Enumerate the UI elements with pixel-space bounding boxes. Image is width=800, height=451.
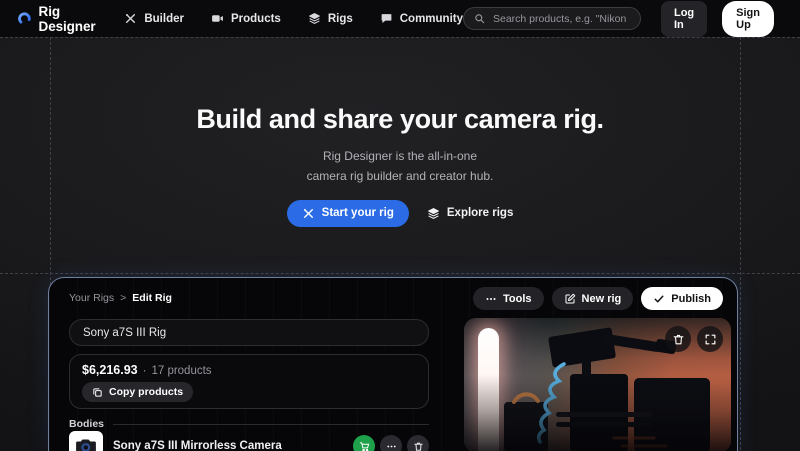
cart-icon	[359, 441, 370, 451]
explore-rigs-label: Explore rigs	[447, 207, 513, 219]
guide-line-top	[0, 37, 800, 38]
hero-title: Build and share your camera rig.	[0, 104, 800, 135]
page: Rig Designer Builder Products Rigs	[0, 0, 800, 450]
breadcrumb-current: Edit Rig	[132, 292, 172, 304]
preview-delete-button[interactable]	[665, 326, 691, 352]
breadcrumb: Your Rigs > Edit Rig	[69, 292, 172, 304]
expand-icon	[704, 333, 717, 346]
nav-item-label: Rigs	[328, 13, 353, 25]
brand-name: Rig Designer	[39, 4, 101, 34]
start-your-rig-button[interactable]: Start your rig	[287, 200, 409, 227]
ellipsis-icon	[485, 293, 497, 305]
rig-total-price: $6,216.93	[82, 363, 138, 377]
ellipsis-icon	[386, 441, 397, 451]
guide-line-middle	[0, 273, 800, 274]
product-list-item[interactable]: Sony a7S III Mirrorless Camera	[69, 431, 429, 451]
hero-subtitle-line1: Rig Designer is the all-in-one	[323, 149, 477, 163]
copy-products-button[interactable]: Copy products	[82, 382, 193, 402]
editor-toolbar: Tools New rig Publish	[473, 287, 723, 310]
log-in-button[interactable]: Log In	[661, 1, 707, 37]
brand-logo[interactable]: Rig Designer	[18, 4, 100, 34]
logo-arc-icon	[18, 10, 32, 28]
crossed-tools-icon	[302, 207, 315, 220]
hero-subtitle-line2: camera rig builder and creator hub.	[307, 169, 494, 183]
search-input[interactable]	[491, 12, 630, 26]
trash-icon	[413, 441, 424, 451]
nav-item-label: Community	[400, 13, 463, 25]
auth-buttons: Log In Sign Up	[661, 1, 774, 37]
tools-button[interactable]: Tools	[473, 287, 544, 310]
nav-item-products[interactable]: Products	[211, 12, 281, 25]
price-separator: ·	[143, 365, 147, 377]
publish-button[interactable]: Publish	[641, 287, 723, 310]
product-title: Sony a7S III Mirrorless Camera	[113, 440, 343, 451]
guide-line-right	[740, 37, 741, 450]
preview-expand-button[interactable]	[697, 326, 723, 352]
new-rig-button[interactable]: New rig	[552, 287, 634, 310]
breadcrumb-separator: >	[120, 292, 126, 304]
edit-pencil-icon	[564, 293, 576, 305]
product-delete-button[interactable]	[407, 435, 429, 451]
check-icon	[653, 293, 665, 305]
nav-item-builder[interactable]: Builder	[124, 12, 184, 25]
copy-icon	[92, 387, 103, 398]
search-icon	[474, 13, 485, 24]
section-divider	[113, 424, 429, 425]
rig-price-row: $6,216.93 · 17 products	[82, 363, 416, 377]
breadcrumb-parent[interactable]: Your Rigs	[69, 292, 114, 304]
tools-label: Tools	[503, 293, 532, 305]
search-bar[interactable]	[463, 7, 641, 30]
nav-item-label: Builder	[144, 13, 184, 25]
rig-summary-card: $6,216.93 · 17 products Copy products	[69, 354, 429, 409]
sign-up-button[interactable]: Sign Up	[722, 1, 774, 37]
layers-icon	[427, 207, 440, 220]
copy-products-label: Copy products	[109, 386, 183, 398]
product-item-actions	[353, 435, 429, 451]
start-your-rig-label: Start your rig	[322, 207, 394, 219]
layers-icon	[308, 12, 321, 25]
hero-section: Build and share your camera rig. Rig Des…	[0, 104, 800, 227]
camera-thumb-icon	[74, 436, 98, 451]
top-nav: Rig Designer Builder Products Rigs	[0, 0, 800, 37]
rig-photo-preview[interactable]	[464, 318, 731, 451]
nav-item-community[interactable]: Community	[380, 12, 463, 25]
product-more-button[interactable]	[380, 435, 402, 451]
add-to-cart-button[interactable]	[353, 435, 375, 451]
new-rig-label: New rig	[582, 293, 622, 305]
rig-name-input[interactable]	[69, 319, 429, 346]
crossed-tools-icon	[124, 12, 137, 25]
explore-rigs-button[interactable]: Explore rigs	[427, 207, 513, 220]
publish-label: Publish	[671, 293, 711, 305]
rig-product-count: 17 products	[151, 365, 211, 377]
bodies-section-label: Bodies	[69, 418, 104, 430]
trash-icon	[672, 333, 685, 346]
chat-bubble-icon	[380, 12, 393, 25]
bodies-section-header: Bodies	[69, 418, 429, 430]
hero-subtitle: Rig Designer is the all-in-one camera ri…	[0, 147, 800, 187]
nav-items: Builder Products Rigs Community	[124, 12, 463, 25]
video-camera-icon	[211, 12, 224, 25]
rig-editor-panel: Your Rigs > Edit Rig Tools New rig	[48, 277, 738, 451]
product-thumbnail	[69, 431, 103, 451]
nav-item-label: Products	[231, 13, 281, 25]
preview-actions	[665, 326, 723, 352]
nav-item-rigs[interactable]: Rigs	[308, 12, 353, 25]
hero-cta-row: Start your rig Explore rigs	[0, 200, 800, 227]
